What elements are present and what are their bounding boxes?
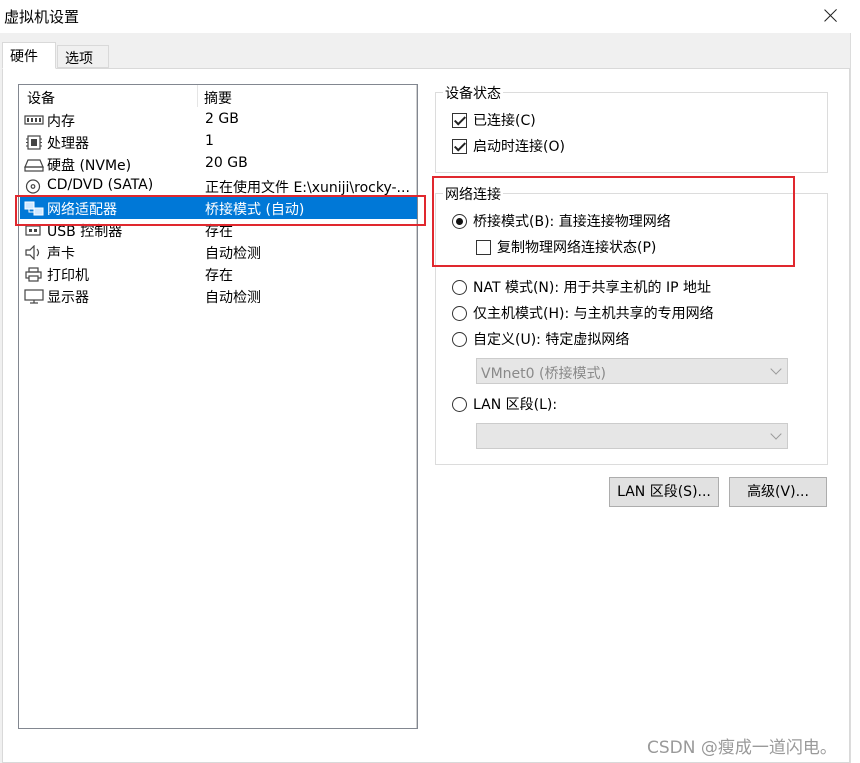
device-row-sound-card[interactable]: 声卡 自动检测 [20, 241, 417, 263]
sound-card-icon [25, 245, 40, 260]
device-name: CD/DVD (SATA) [47, 177, 154, 193]
printer-icon [25, 267, 42, 282]
device-name: 硬盘 (NVMe) [47, 158, 132, 174]
lan-segments-button[interactable]: LAN 区段(S)... [609, 477, 719, 507]
memory-icon [24, 115, 44, 125]
window-edge [850, 33, 860, 763]
lan-segment-select[interactable] [476, 423, 788, 449]
column-header-summary[interactable]: 摘要 [204, 88, 232, 108]
highlight-box-network-adapter [15, 195, 426, 226]
device-row-processor[interactable]: 处理器 1 [20, 131, 417, 153]
chevron-down-icon [770, 428, 782, 440]
device-summary: 2 GB [205, 111, 239, 127]
device-name: 打印机 [47, 268, 89, 284]
window-title: 虚拟机设置 [4, 8, 80, 26]
lan-segment-label[interactable]: LAN 区段(L): [473, 394, 557, 414]
column-divider[interactable] [197, 85, 198, 107]
device-row-printer[interactable]: 打印机 存在 [20, 263, 417, 285]
host-only-label[interactable]: 仅主机模式(H): 与主机共享的专用网络 [473, 303, 714, 323]
advanced-button[interactable]: 高级(V)... [729, 477, 827, 507]
custom-label[interactable]: 自定义(U): 特定虚拟网络 [473, 329, 629, 349]
device-row-cd-dvd[interactable]: CD/DVD (SATA) 正在使用文件 E:\xuniji\rocky-... [20, 175, 417, 197]
hard-disk-icon [24, 159, 44, 172]
lan-segment-radio[interactable] [452, 397, 467, 412]
device-row-memory[interactable]: 内存 2 GB [20, 109, 417, 131]
custom-network-value: VMnet0 (桥接模式) [481, 366, 606, 382]
column-header-device[interactable]: 设备 [27, 88, 55, 108]
nat-radio[interactable] [452, 280, 467, 295]
tab-hardware[interactable]: 硬件 [2, 42, 56, 69]
processor-icon [26, 135, 42, 150]
device-name: 显示器 [47, 290, 89, 306]
watermark: CSDN @瘦成一道闪电。 [647, 738, 837, 758]
device-row-hard-disk[interactable]: 硬盘 (NVMe) 20 GB [20, 153, 417, 175]
connect-at-power-on-label[interactable]: 启动时连接(O) [473, 136, 565, 156]
device-list-header: 设备 摘要 [19, 85, 417, 107]
device-status-group: 设备状态 已连接(C) 启动时连接(O) [435, 83, 828, 173]
device-name: 声卡 [47, 246, 75, 262]
connected-label[interactable]: 已连接(C) [473, 110, 536, 130]
device-row-display[interactable]: 显示器 自动检测 [20, 285, 417, 307]
display-icon [24, 289, 44, 304]
cd-dvd-icon [25, 179, 41, 194]
close-icon[interactable] [822, 5, 840, 25]
device-summary: 存在 [205, 268, 233, 284]
device-status-title: 设备状态 [443, 83, 503, 103]
tab-options[interactable]: 选项 [57, 45, 109, 68]
connected-checkbox[interactable] [452, 113, 467, 128]
device-summary: 自动检测 [205, 246, 261, 262]
connect-at-power-on-checkbox[interactable] [452, 139, 467, 154]
device-summary: 自动检测 [205, 290, 261, 306]
device-summary: 正在使用文件 E:\xuniji\rocky-... [205, 180, 410, 196]
host-only-radio[interactable] [452, 306, 467, 321]
nat-label[interactable]: NAT 模式(N): 用于共享主机的 IP 地址 [473, 277, 711, 297]
device-name: 处理器 [47, 136, 89, 152]
chevron-down-icon [770, 363, 782, 375]
title-bar: 虚拟机设置 [0, 0, 860, 33]
device-name: 内存 [47, 114, 75, 130]
custom-radio[interactable] [452, 332, 467, 347]
device-list[interactable]: 设备 摘要 内存 2 GB 处理器 1 硬盘 (NVMe) 20 GB CD/D… [18, 84, 418, 729]
hardware-panel: 设备 摘要 内存 2 GB 处理器 1 硬盘 (NVMe) 20 GB CD/D… [2, 68, 850, 763]
highlight-box-network-connection [432, 176, 795, 267]
device-summary: 20 GB [205, 155, 248, 171]
custom-network-select[interactable]: VMnet0 (桥接模式) [476, 358, 788, 384]
device-summary: 1 [205, 133, 214, 149]
